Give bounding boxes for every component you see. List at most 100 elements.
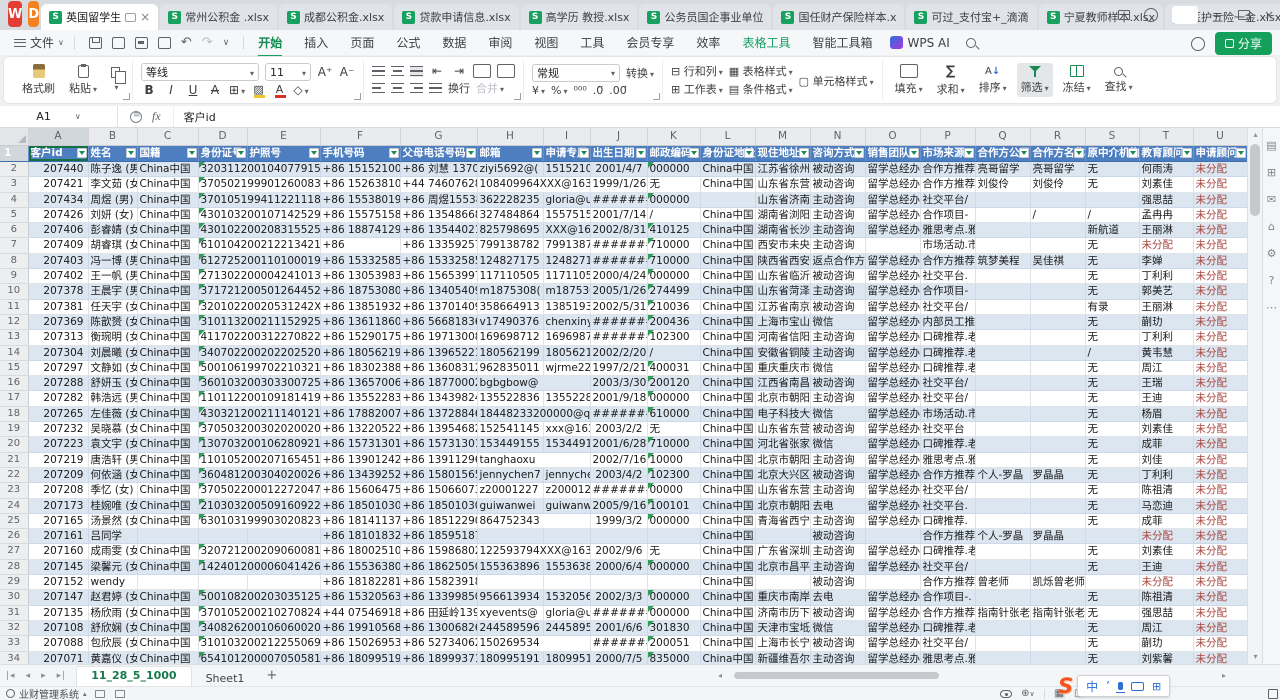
cell[interactable]: 刘素佳 xyxy=(1139,422,1193,437)
cell[interactable]: 000000 xyxy=(647,391,700,406)
cell[interactable]: China中国 xyxy=(700,269,755,284)
cell[interactable] xyxy=(247,529,320,544)
cell[interactable]: 无 xyxy=(1085,620,1139,635)
row-number[interactable]: 29 xyxy=(0,575,28,590)
cell[interactable]: / xyxy=(1085,345,1139,360)
cell[interactable]: +86 15536380 xyxy=(320,559,400,574)
cell[interactable]: China中国 xyxy=(137,422,198,437)
keyboard-icon[interactable] xyxy=(1131,682,1144,691)
cell[interactable]: 138519326 xyxy=(543,299,590,314)
filter-dropdown-icon[interactable] xyxy=(964,148,974,158)
filter-dropdown-icon[interactable] xyxy=(799,148,809,158)
cell[interactable]: +86 1391129694 xyxy=(400,452,477,467)
cell[interactable] xyxy=(198,529,247,544)
search-icon[interactable] xyxy=(966,38,976,48)
cell[interactable]: China中国 xyxy=(700,483,755,498)
cell[interactable]: 630103199903020823 xyxy=(198,513,320,528)
header-cell-U[interactable]: 申请顾问 xyxy=(1193,146,1247,162)
header-cell-A[interactable]: 客户id xyxy=(28,146,88,162)
cell[interactable]: +86 1573130169 xyxy=(400,437,477,452)
cell[interactable]: 山东省东营 xyxy=(755,177,810,192)
filter-dropdown-icon[interactable] xyxy=(236,148,246,158)
cell[interactable]: +86 15152100 xyxy=(320,162,400,177)
cell[interactable]: +86 15538019 xyxy=(320,192,400,207)
cell[interactable]: 207406 xyxy=(28,223,88,238)
cell[interactable]: +86 1859518772 xyxy=(400,529,477,544)
cell[interactable]: China中国 xyxy=(137,437,198,452)
cell[interactable]: China中国 xyxy=(137,192,198,207)
cell[interactable] xyxy=(975,636,1030,651)
cell[interactable]: 未分配 xyxy=(1193,498,1247,513)
cell[interactable]: 362228235 xyxy=(477,192,543,207)
cell[interactable]: 被动咨询 xyxy=(810,575,865,590)
cell[interactable]: 2001/9/18 xyxy=(590,391,647,406)
cell[interactable]: 180562199 xyxy=(477,345,543,360)
cell[interactable]: China中国 xyxy=(700,360,755,375)
cell[interactable] xyxy=(1085,192,1139,207)
cell[interactable]: 2000/6/4 xyxy=(590,559,647,574)
cell[interactable]: 130703200106280921 xyxy=(198,437,320,452)
cell[interactable]: m1875308( xyxy=(543,284,590,299)
cell[interactable]: 口碑推荐.老 xyxy=(920,620,975,635)
sheet-tab[interactable]: 11_28_5_1000 xyxy=(76,666,191,687)
cell[interactable]: 何依涵 (女 xyxy=(88,467,137,482)
close-button[interactable]: × xyxy=(1264,9,1274,21)
cell[interactable]: 亮哥留学 xyxy=(1030,162,1085,177)
cell[interactable]: China中国 xyxy=(137,559,198,574)
convert-button[interactable]: 转换 xyxy=(626,65,654,81)
cell[interactable]: 000000 xyxy=(647,192,700,207)
cell[interactable]: 社交平台. xyxy=(920,269,975,284)
format-painter-button[interactable]: 格式刷 xyxy=(18,62,59,98)
cell[interactable]: 207402 xyxy=(28,269,88,284)
column-letter-R[interactable]: R xyxy=(1030,128,1085,146)
cell[interactable]: 360103200303300725 xyxy=(198,376,320,391)
cell[interactable]: 返点合作方 xyxy=(810,253,865,268)
cell[interactable]: 207426 xyxy=(28,207,88,222)
cell[interactable]: +86 18874129 xyxy=(320,223,400,238)
cell[interactable]: 罗晶晶 xyxy=(1030,467,1085,482)
filter-dropdown-icon[interactable] xyxy=(579,148,589,158)
cell[interactable]: China中国 xyxy=(700,513,755,528)
cell[interactable]: China中国 xyxy=(700,406,755,421)
cell[interactable]: ######## xyxy=(590,605,647,620)
cell[interactable] xyxy=(975,498,1030,513)
header-cell-K[interactable]: 邮政编码 xyxy=(647,146,700,162)
cell[interactable] xyxy=(1030,360,1085,375)
cell[interactable] xyxy=(1030,284,1085,299)
file-tab[interactable]: S成都公积金.xlsx xyxy=(279,4,392,30)
cell[interactable]: 罗晶晶 xyxy=(1030,529,1085,544)
cell[interactable]: 留学总经办 xyxy=(865,467,920,482)
cell[interactable]: 962835011 xyxy=(477,360,543,375)
cell[interactable]: 1999/1/26 xyxy=(590,177,647,192)
cell[interactable]: China中国 xyxy=(700,284,755,299)
row-number[interactable]: 13 xyxy=(0,330,28,345)
cell[interactable]: +86 13851932 xyxy=(320,299,400,314)
cell[interactable]: +86 15290175 xyxy=(320,330,400,345)
cell[interactable] xyxy=(975,238,1030,253)
cell[interactable]: +86 田延岭13954 xyxy=(400,605,477,620)
cell[interactable]: 王丽淋 xyxy=(1139,223,1193,238)
cell[interactable]: 500106199702210321 xyxy=(198,360,320,375)
pan-mode-icon[interactable]: ⊕∨ xyxy=(1021,689,1035,699)
formula-content[interactable]: 客户id xyxy=(174,109,216,125)
cell[interactable]: +86 52734062 xyxy=(400,636,477,651)
cell[interactable]: 207381 xyxy=(28,299,88,314)
cell[interactable]: 王迪 xyxy=(1139,391,1193,406)
cell[interactable]: 180562199 xyxy=(543,345,590,360)
cell[interactable] xyxy=(1030,299,1085,314)
cell[interactable]: 153449155 xyxy=(543,437,590,452)
cell[interactable]: 被动咨询 xyxy=(810,269,865,284)
cell[interactable] xyxy=(755,575,810,590)
column-letter-U[interactable]: U xyxy=(1193,128,1247,146)
cell[interactable]: 未分配 xyxy=(1193,620,1247,635)
cell[interactable]: +86 18501030 xyxy=(320,498,400,513)
cell[interactable]: 广东省深圳 xyxy=(755,544,810,559)
cell[interactable] xyxy=(975,422,1030,437)
font-name-select[interactable]: 等线 xyxy=(141,63,259,81)
number-format-select[interactable]: 常规 xyxy=(532,64,620,82)
cell[interactable]: 411702200312270822 xyxy=(198,330,320,345)
cell[interactable] xyxy=(1030,636,1085,651)
cell[interactable] xyxy=(1030,559,1085,574)
cell[interactable]: 000000 xyxy=(647,513,700,528)
cell[interactable]: 1999/3/2 xyxy=(590,513,647,528)
